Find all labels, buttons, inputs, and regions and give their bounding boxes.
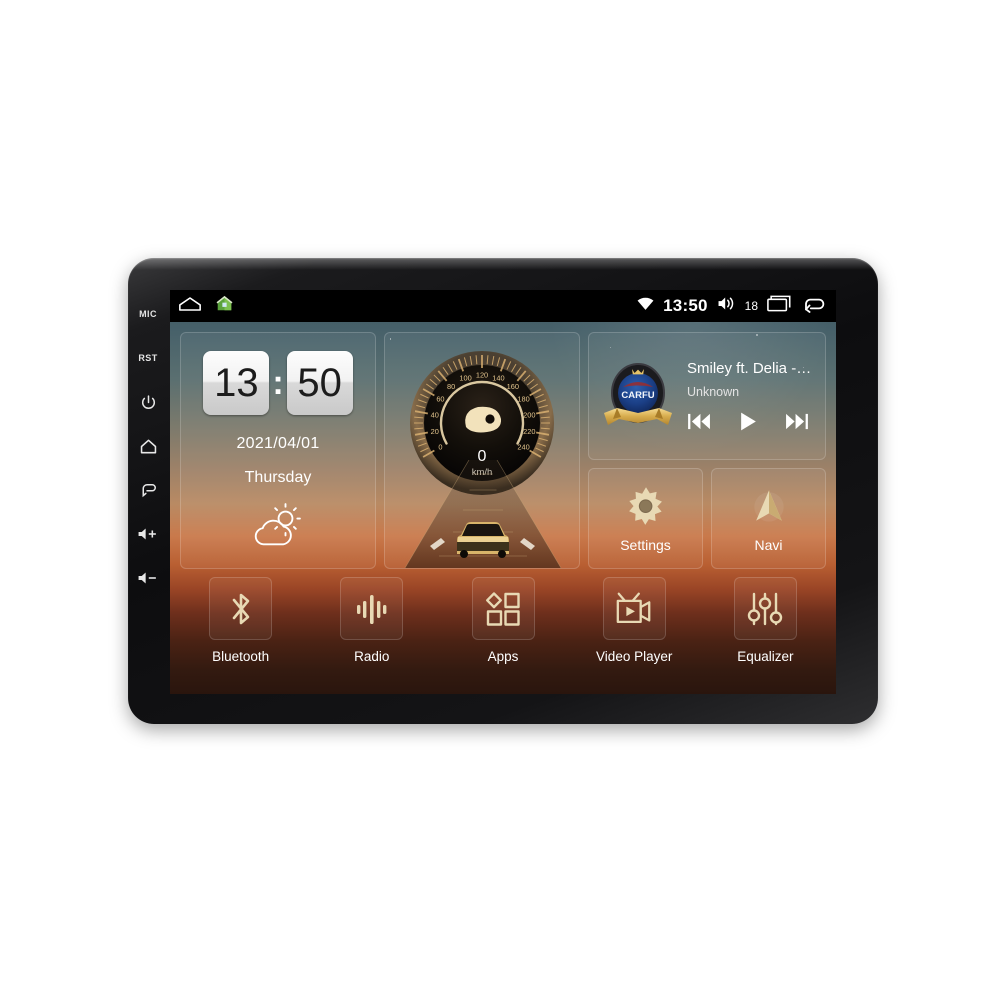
bezel-button-back[interactable] bbox=[128, 468, 168, 512]
power-icon bbox=[140, 394, 157, 411]
music-player-widget[interactable]: CARFU Smiley ft. Delia - Ne v... Unknown bbox=[588, 332, 826, 460]
partly-cloudy-icon bbox=[248, 503, 308, 554]
dock-item-radio[interactable]: Radio bbox=[311, 577, 432, 685]
clock-widget[interactable]: 13 : 50 2021/04/01 Thursday bbox=[180, 332, 376, 569]
dock-label-radio: Radio bbox=[354, 649, 390, 664]
bezel-button-mic[interactable]: MIC bbox=[128, 292, 168, 336]
clock-separator: : bbox=[272, 364, 284, 402]
speed-tick-180: 180 bbox=[517, 395, 529, 404]
bluetooth-icon-box bbox=[209, 577, 273, 640]
back-arrow-icon[interactable] bbox=[800, 295, 826, 318]
speed-tick-120: 120 bbox=[476, 371, 488, 380]
volume-up-icon bbox=[137, 526, 159, 542]
tile-row: Settings Navi bbox=[588, 468, 826, 569]
wifi-icon bbox=[637, 297, 654, 316]
speed-tick-60: 60 bbox=[436, 395, 444, 404]
track-metadata: Smiley ft. Delia - Ne v... Unknown bbox=[687, 360, 815, 432]
speed-tick-220: 220 bbox=[523, 427, 535, 436]
status-bar-clock: 13:50 bbox=[663, 296, 708, 315]
widget-row: 13 : 50 2021/04/01 Thursday 0 20 40 60 8… bbox=[180, 332, 826, 569]
clock-weekday: Thursday bbox=[244, 469, 312, 486]
bezel-button-strip: MIC RST bbox=[128, 258, 168, 724]
bezel-button-power[interactable] bbox=[128, 380, 168, 424]
status-bar-left-icons bbox=[178, 295, 233, 317]
dock-label-video-player: Video Player bbox=[596, 649, 673, 664]
skip-previous-icon[interactable] bbox=[687, 412, 712, 431]
home-screen: 13 : 50 2021/04/01 Thursday 0 20 40 60 8… bbox=[170, 322, 836, 694]
apps-grid-icon-box bbox=[471, 577, 535, 640]
dock-label-bluetooth: Bluetooth bbox=[212, 649, 270, 664]
track-title: Smiley ft. Delia - Ne v... bbox=[687, 360, 815, 377]
tile-settings-label: Settings bbox=[620, 537, 671, 553]
touchscreen[interactable]: 13:50 18 13: 50 2021/04/01 Thursday 0 2… bbox=[170, 290, 836, 694]
volume-level: 18 bbox=[744, 299, 758, 313]
dock-item-apps[interactable]: Apps bbox=[442, 577, 563, 685]
album-art[interactable]: CARFU bbox=[599, 357, 677, 435]
play-icon[interactable] bbox=[738, 411, 759, 432]
bezel-button-volume-down[interactable] bbox=[128, 556, 168, 600]
speed-tick-160: 160 bbox=[507, 382, 519, 391]
speedometer-widget[interactable]: 020406080100120140160180200220240 0 km/h bbox=[384, 332, 580, 569]
dock-item-equalizer[interactable]: Equalizer bbox=[705, 577, 826, 685]
speed-tick-0: 0 bbox=[438, 443, 442, 452]
home-outline-icon[interactable] bbox=[178, 296, 202, 317]
recents-icon[interactable] bbox=[767, 295, 791, 317]
media-controls bbox=[687, 411, 815, 432]
radio-waveform-icon-box bbox=[340, 577, 404, 640]
volume-down-icon bbox=[137, 570, 159, 586]
bezel-button-home[interactable] bbox=[128, 424, 168, 468]
speed-tick-100: 100 bbox=[459, 373, 471, 382]
speed-tick-80: 80 bbox=[447, 382, 455, 391]
gear-icon bbox=[624, 484, 668, 533]
bezel-reset-label: RST bbox=[138, 353, 158, 363]
bezel-button-volume-up[interactable] bbox=[128, 512, 168, 556]
tile-navi-label: Navi bbox=[754, 537, 783, 553]
bezel-button-reset[interactable]: RST bbox=[128, 336, 168, 380]
back-arrow-icon bbox=[139, 481, 158, 499]
app-dock: Bluetooth Radio Apps Video Player Equali… bbox=[180, 577, 826, 685]
speed-tick-20: 20 bbox=[431, 427, 439, 436]
volume-icon[interactable] bbox=[717, 296, 736, 316]
right-column: CARFU Smiley ft. Delia - Ne v... Unknown bbox=[588, 332, 826, 569]
tile-navi[interactable]: Navi bbox=[711, 468, 826, 569]
clock-date: 2021/04/01 bbox=[236, 435, 320, 452]
dock-item-video-player[interactable]: Video Player bbox=[574, 577, 695, 685]
speed-tick-140: 140 bbox=[492, 373, 504, 382]
album-art-text: CARFU bbox=[621, 390, 654, 401]
status-bar-right-icons: 13:50 18 bbox=[637, 295, 826, 318]
dock-label-apps: Apps bbox=[487, 649, 519, 664]
dock-label-equalizer: Equalizer bbox=[737, 649, 794, 664]
road-illustration bbox=[385, 460, 579, 568]
dock-item-bluetooth[interactable]: Bluetooth bbox=[180, 577, 301, 685]
clock-hours: 13 bbox=[203, 351, 270, 415]
bezel-mic-label: MIC bbox=[139, 309, 157, 319]
status-bar: 13:50 18 bbox=[170, 290, 836, 322]
speed-tick-240: 240 bbox=[517, 443, 529, 452]
equalizer-sliders-icon-box bbox=[733, 577, 797, 640]
speed-tick-200: 200 bbox=[523, 410, 535, 419]
flip-clock: 13 : 50 bbox=[203, 351, 353, 415]
speed-tick-40: 40 bbox=[431, 410, 439, 419]
home-icon bbox=[139, 438, 158, 455]
tile-settings[interactable]: Settings bbox=[588, 468, 703, 569]
video-player-icon-box bbox=[602, 577, 666, 640]
green-house-icon[interactable] bbox=[216, 295, 233, 317]
skip-next-icon[interactable] bbox=[784, 412, 809, 431]
navigation-arrow-icon bbox=[747, 484, 791, 533]
track-artist: Unknown bbox=[687, 385, 740, 399]
clock-minutes: 50 bbox=[286, 351, 353, 415]
head-unit-device: MIC RST 13:50 18 13: 50 2021/04/01 Thur… bbox=[128, 258, 878, 724]
